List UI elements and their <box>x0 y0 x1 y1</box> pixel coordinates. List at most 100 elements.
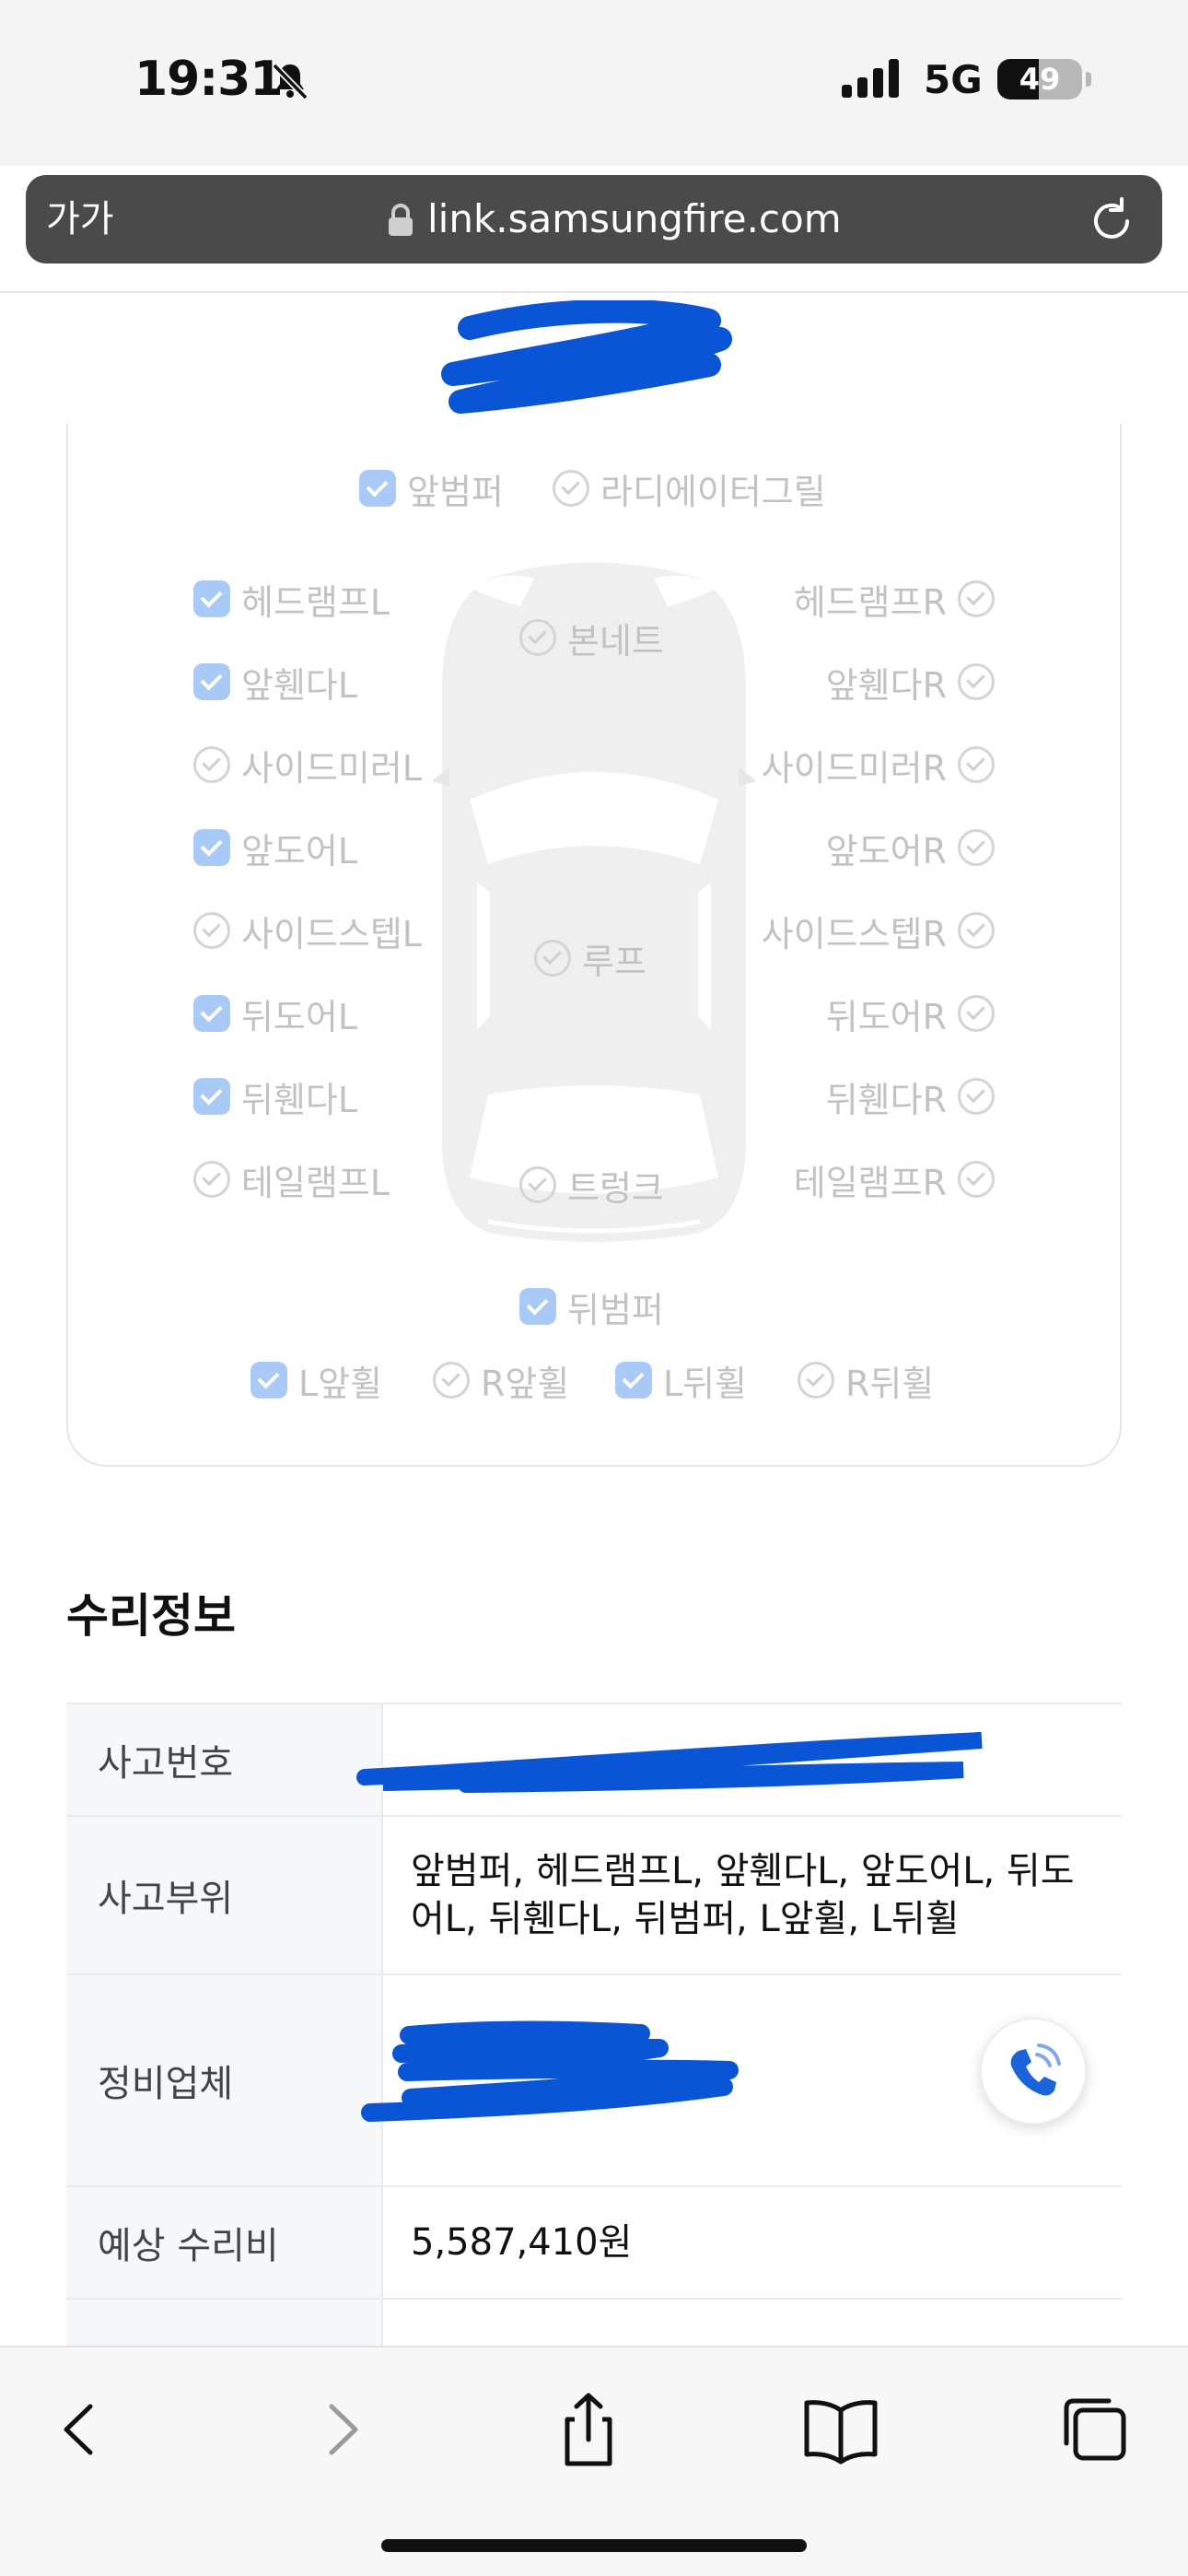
url-text[interactable]: link.samsungfire.com <box>427 175 842 263</box>
part-headlamp-right[interactable]: 헤드램프R <box>794 579 995 623</box>
checkbox-checked-icon[interactable] <box>193 829 230 866</box>
checkbox-unchecked-icon[interactable] <box>958 829 995 866</box>
part-front-door-left[interactable]: 앞도어L <box>193 827 357 872</box>
checkbox-unchecked-icon[interactable] <box>519 1166 556 1203</box>
part-wheel-rear-left[interactable]: L뒤휠 <box>615 1360 747 1404</box>
part-front-bumper[interactable]: 앞범퍼 <box>359 468 504 512</box>
checkbox-checked-icon[interactable] <box>359 470 396 507</box>
part-label: 사이드스텝R <box>761 913 947 954</box>
part-label: 뒤휀다L <box>241 1079 358 1120</box>
part-label: 헤드램프R <box>793 581 947 623</box>
part-label: 뒤범퍼 <box>567 1289 664 1330</box>
share-icon[interactable] <box>547 2388 630 2471</box>
row-value-accident-area: 앞범퍼, 헤드램프L, 앞휀다L, 앞도어L, 뒤도어L, 뒤휀다L, 뒤범퍼,… <box>411 1850 1075 1940</box>
part-label: 뒤도어R <box>825 996 947 1037</box>
tabs-icon[interactable] <box>1054 2388 1136 2471</box>
part-label: 사이드미러R <box>761 747 947 789</box>
part-headlamp-left[interactable]: 헤드램프L <box>193 579 390 623</box>
part-label: 사이드스텝L <box>241 913 422 954</box>
checkbox-unchecked-icon[interactable] <box>193 912 230 949</box>
checkbox-checked-icon[interactable] <box>193 995 230 1032</box>
checkbox-unchecked-icon[interactable] <box>958 580 995 617</box>
reload-icon[interactable] <box>1087 195 1136 245</box>
checkbox-checked-icon[interactable] <box>250 1362 287 1399</box>
bell-slash-icon <box>272 63 309 100</box>
bookmarks-icon[interactable] <box>799 2388 882 2471</box>
part-label: 앞도어R <box>825 830 947 872</box>
back-icon[interactable] <box>41 2388 123 2471</box>
redaction-scribble <box>356 1732 983 1793</box>
part-label: 앞휀다R <box>825 664 947 706</box>
redaction-scribble <box>441 300 732 414</box>
row-label-accident-number: 사고번호 <box>66 1704 383 1815</box>
part-rear-fender-right[interactable]: 뒤휀다R <box>826 1076 995 1120</box>
text-size-button[interactable]: 가가 <box>46 175 114 263</box>
address-bar[interactable]: 가가 link.samsungfire.com <box>26 175 1162 263</box>
checkbox-unchecked-icon[interactable] <box>958 1161 995 1198</box>
part-label: L앞휠 <box>298 1363 383 1404</box>
checkbox-unchecked-icon[interactable] <box>958 995 995 1032</box>
checkbox-unchecked-icon[interactable] <box>958 1078 995 1115</box>
part-rear-door-left[interactable]: 뒤도어L <box>193 993 357 1037</box>
part-label: R뒤휠 <box>845 1363 935 1404</box>
checkbox-unchecked-icon[interactable] <box>193 1161 230 1198</box>
checkbox-checked-icon[interactable] <box>193 663 230 700</box>
part-label: 사이드미러L <box>241 747 422 789</box>
part-label: R앞휠 <box>481 1363 570 1404</box>
part-label: 앞도어L <box>241 830 358 872</box>
part-label: 테일램프L <box>241 1162 390 1203</box>
checkbox-checked-icon[interactable] <box>193 1078 230 1115</box>
checkbox-unchecked-icon[interactable] <box>798 1362 834 1399</box>
table-row: 사고부위 앞범퍼, 헤드램프L, 앞휀다L, 앞도어L, 뒤도어L, 뒤휀다L,… <box>66 1817 1122 1975</box>
part-front-fender-right[interactable]: 앞휀다R <box>826 662 995 706</box>
part-front-door-right[interactable]: 앞도어R <box>826 827 995 872</box>
checkbox-unchecked-icon[interactable] <box>534 940 571 977</box>
checkbox-unchecked-icon[interactable] <box>958 663 995 700</box>
part-label: 뒤도어L <box>241 996 358 1037</box>
part-trunk[interactable]: 트렁크 <box>519 1165 664 1209</box>
part-front-fender-left[interactable]: 앞휀다L <box>193 662 357 706</box>
table-row: 사고번호 <box>66 1704 1122 1817</box>
part-side-mirror-left[interactable]: 사이드미러L <box>193 744 422 789</box>
part-label: 트렁크 <box>567 1167 664 1209</box>
checkbox-unchecked-icon[interactable] <box>553 470 589 507</box>
part-side-mirror-right[interactable]: 사이드미러R <box>762 744 995 789</box>
part-label: 뒤휀다R <box>825 1079 947 1120</box>
checkbox-checked-icon[interactable] <box>615 1362 652 1399</box>
table-row: 정비업체 <box>66 1975 1122 2187</box>
part-hood[interactable]: 본네트 <box>519 617 664 662</box>
part-label: 테일램프R <box>793 1162 947 1203</box>
part-side-step-left[interactable]: 사이드스텝L <box>193 910 422 954</box>
part-wheel-rear-right[interactable]: R뒤휠 <box>798 1360 934 1404</box>
part-label: 본네트 <box>567 620 664 662</box>
part-rear-bumper[interactable]: 뒤범퍼 <box>519 1286 664 1330</box>
status-time: 19:31 <box>134 52 284 107</box>
checkbox-checked-icon[interactable] <box>519 1288 556 1325</box>
checkbox-unchecked-icon[interactable] <box>519 619 556 656</box>
checkbox-checked-icon[interactable] <box>193 580 230 617</box>
checkbox-unchecked-icon[interactable] <box>193 746 230 783</box>
row-label-accident-area: 사고부위 <box>66 1817 383 1973</box>
part-wheel-front-left[interactable]: L앞휠 <box>250 1360 382 1404</box>
call-button[interactable] <box>980 2018 1087 2125</box>
network-label: 5G <box>924 57 983 102</box>
part-roof[interactable]: 루프 <box>534 938 646 982</box>
row-label-repair-shop: 정비업체 <box>66 1975 383 2185</box>
part-wheel-front-right[interactable]: R앞휠 <box>433 1360 569 1404</box>
status-bar: 19:31 5G 49 <box>0 0 1188 166</box>
part-label: L뒤휠 <box>663 1363 748 1404</box>
part-label: 앞범퍼 <box>407 471 504 512</box>
lock-icon <box>389 204 413 236</box>
forward-icon[interactable] <box>298 2388 381 2471</box>
row-value-estimated-cost: 5,587,410원 <box>411 2221 633 2264</box>
part-label: 헤드램프L <box>241 581 390 623</box>
part-tail-lamp-right[interactable]: 테일램프R <box>794 1159 995 1203</box>
checkbox-unchecked-icon[interactable] <box>958 912 995 949</box>
part-tail-lamp-left[interactable]: 테일램프L <box>193 1159 390 1203</box>
checkbox-unchecked-icon[interactable] <box>433 1362 470 1399</box>
part-rear-door-right[interactable]: 뒤도어R <box>826 993 995 1037</box>
part-radiator-grille[interactable]: 라디에이터그릴 <box>553 468 826 512</box>
checkbox-unchecked-icon[interactable] <box>958 746 995 783</box>
part-side-step-right[interactable]: 사이드스텝R <box>762 910 995 954</box>
part-rear-fender-left[interactable]: 뒤휀다L <box>193 1076 357 1120</box>
